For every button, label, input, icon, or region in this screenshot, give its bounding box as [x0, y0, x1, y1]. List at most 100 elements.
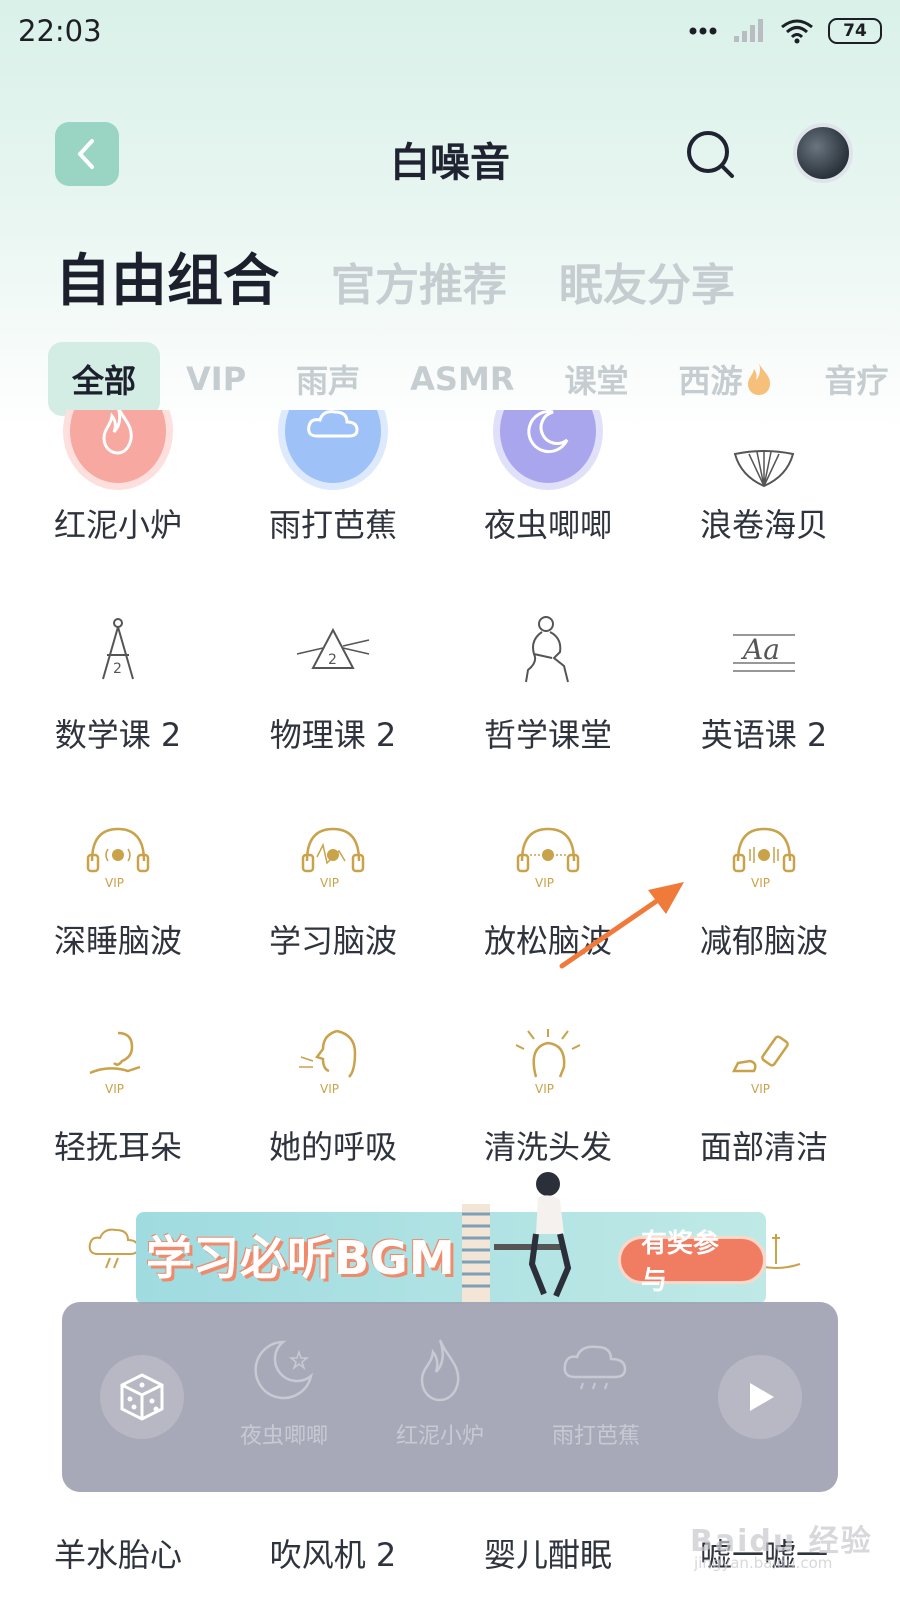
letters-icon: Aa [733, 633, 795, 672]
sound-label: 夜虫唧唧 [483, 506, 612, 544]
sound-item[interactable]: VIP 她的呼吸 [223, 1012, 443, 1168]
rain-cloud-icon [563, 1345, 627, 1390]
sound-label: 深睡脑波 [53, 922, 182, 960]
dice-icon [120, 1373, 164, 1421]
tab-official-recommend[interactable]: 官方推荐 [331, 249, 507, 313]
sound-item[interactable]: 雨打芭蕉 [223, 410, 443, 546]
sound-item[interactable]: VIP 清洗头发 [438, 1012, 658, 1168]
wifi-icon [781, 19, 813, 44]
play-icon [750, 1383, 774, 1411]
sound-label: 减郁脑波 [699, 922, 828, 960]
sound-item[interactable]: 2 物理课 2 [223, 600, 443, 756]
face-profile-icon: VIP [299, 1029, 357, 1096]
sound-item[interactable]: VIP 面部清洁 [654, 1012, 874, 1168]
page-title: 白噪音 [390, 140, 510, 186]
svg-text:VIP: VIP [751, 1082, 770, 1096]
sound-item[interactable]: VIP 放松脑波 [438, 806, 658, 962]
prism-icon: 2 [296, 627, 370, 669]
search-button[interactable] [684, 128, 738, 182]
sound-label: 浪卷海贝 [699, 506, 828, 544]
thinker-icon [525, 616, 569, 683]
sound-item[interactable]: VIP 学习脑波 [223, 806, 443, 962]
svg-text:VIP: VIP [751, 876, 770, 890]
svg-text:2: 2 [113, 661, 122, 677]
moon-stars-icon [254, 1340, 314, 1400]
player-track[interactable]: 夜虫唧唧 [224, 1332, 344, 1450]
status-bar: 22:03 74 [0, 0, 900, 62]
sound-item[interactable]: 浪卷海贝 [654, 410, 874, 546]
flame-icon [420, 1339, 460, 1402]
sound-item[interactable]: 婴儿酣眠 [438, 1520, 658, 1576]
sound-label: 她的呼吸 [268, 1128, 397, 1166]
sound-item[interactable]: VIP 深睡脑波 [8, 806, 228, 962]
sound-item[interactable]: VIP 轻抚耳朵 [8, 1012, 228, 1168]
status-time: 22:03 [18, 14, 102, 48]
main-tabs: 自由组合 官方推荐 眠友分享 [55, 236, 787, 317]
sound-item[interactable]: 吹风机 2 [223, 1520, 443, 1576]
play-button[interactable] [718, 1355, 802, 1439]
sound-label: 婴儿酣眠 [483, 1536, 612, 1574]
tab-friends-share[interactable]: 眠友分享 [559, 249, 735, 313]
category-vip[interactable]: VIP [186, 360, 246, 398]
sound-item[interactable]: Aa 英语课 2 [654, 600, 874, 756]
compass-icon: 2 [102, 618, 134, 680]
sound-label: 轻抚耳朵 [53, 1128, 182, 1166]
category-journey-west-label: 西游 [678, 362, 743, 400]
sound-item[interactable]: 哲学课堂 [438, 600, 658, 756]
head-icon: VIP [515, 1029, 581, 1096]
sound-label: 吹风机 2 [269, 1536, 397, 1574]
sound-item[interactable]: 夜虫唧唧 [438, 410, 658, 546]
sound-label: 学习脑波 [268, 922, 397, 960]
studying-girl-illustration [462, 1172, 572, 1304]
category-class[interactable]: 课堂 [564, 356, 628, 402]
banner-join-button[interactable]: 有奖参与 [618, 1229, 766, 1296]
sound-label: 羊水胎心 [53, 1536, 182, 1574]
storm-cloud-icon [88, 1228, 140, 1269]
sound-label: 面部清洁 [699, 1128, 828, 1166]
svg-text:Aa: Aa [740, 633, 780, 666]
signal-icon [734, 19, 763, 42]
headphones-icon: VIP [516, 827, 580, 890]
moon-icon [493, 410, 603, 490]
player-track[interactable]: 红泥小炉 [380, 1332, 500, 1450]
watermark-url: jingyan.baidu.com [694, 1554, 833, 1572]
cleanser-icon: VIP [731, 1035, 789, 1096]
category-asmr[interactable]: ASMR [410, 360, 514, 398]
sound-item[interactable]: 红泥小炉 [8, 410, 228, 546]
category-sound-therapy[interactable]: 音疗 [824, 356, 888, 402]
svg-text:VIP: VIP [105, 1082, 124, 1096]
avatar[interactable] [793, 123, 853, 183]
category-all[interactable]: 全部 [48, 342, 161, 416]
sound-item[interactable]: 2 数学课 2 [8, 600, 228, 756]
shuffle-button[interactable] [100, 1355, 184, 1439]
sound-label: 清洗头发 [483, 1128, 612, 1166]
sound-label: 雨打芭蕉 [268, 506, 397, 544]
sound-label: 英语课 2 [700, 716, 828, 754]
svg-text:VIP: VIP [320, 1082, 339, 1096]
dots-icon [689, 27, 717, 35]
player-track-label: 红泥小炉 [395, 1424, 484, 1449]
top-nav: 白噪音 [0, 118, 900, 186]
svg-text:VIP: VIP [320, 876, 339, 890]
sound-item[interactable]: 羊水胎心 [8, 1520, 228, 1576]
player-track-label: 夜虫唧唧 [239, 1424, 328, 1449]
sound-item[interactable]: VIP 减郁脑波 [654, 806, 874, 962]
tab-free-combination[interactable]: 自由组合 [55, 236, 279, 317]
sound-label: 红泥小炉 [53, 506, 182, 544]
rain-cloud-icon [278, 410, 388, 490]
search-icon [687, 131, 734, 178]
vip-badge: VIP [105, 876, 124, 890]
category-tabs: 全部 VIP 雨声 ASMR 课堂 西游 音疗 [48, 342, 900, 416]
category-journey-west[interactable]: 西游 [678, 356, 774, 402]
headphones-icon: VIP [732, 827, 796, 890]
player-track-label: 雨打芭蕉 [551, 1424, 640, 1449]
promo-banner[interactable]: 学习必听BGM 有奖参与 [136, 1172, 766, 1304]
player-track[interactable]: 雨打芭蕉 [536, 1332, 656, 1450]
sound-label: 哲学课堂 [483, 716, 612, 754]
category-rain[interactable]: 雨声 [296, 356, 360, 402]
status-icons: 74 [688, 18, 882, 44]
fire-icon [748, 363, 771, 395]
svg-text:2: 2 [328, 652, 337, 668]
sound-label: 放松脑波 [483, 922, 612, 960]
flame-icon [63, 410, 173, 490]
